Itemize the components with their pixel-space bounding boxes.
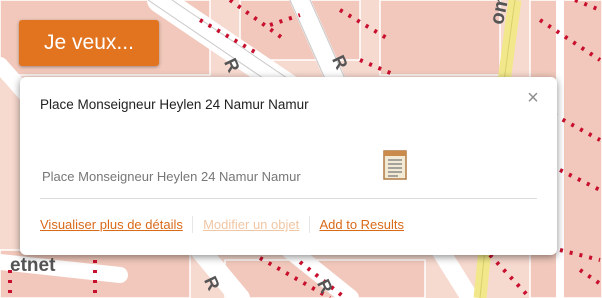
- je-veux-button[interactable]: Je veux...: [19, 20, 159, 66]
- close-icon[interactable]: ×: [524, 88, 542, 108]
- edit-object-link: Modifier un objet: [203, 217, 300, 233]
- link-separator: [308, 216, 310, 234]
- popup-title: Place Monseigneur Heylen 24 Namur Namur: [40, 97, 309, 112]
- popup-divider: [40, 198, 537, 199]
- popup-actions: Visualiser plus de détails Modifier un o…: [40, 216, 404, 234]
- link-separator: [192, 216, 194, 234]
- document-icon[interactable]: [383, 150, 407, 180]
- details-link[interactable]: Visualiser plus de détails: [40, 217, 183, 232]
- popup-address: Place Monseigneur Heylen 24 Namur Namur: [42, 169, 301, 184]
- add-to-results-link[interactable]: Add to Results: [319, 217, 404, 232]
- feature-info-popup: Place Monseigneur Heylen 24 Namur Namur …: [20, 77, 557, 255]
- street-label-bottom-left: etnet: [10, 255, 56, 276]
